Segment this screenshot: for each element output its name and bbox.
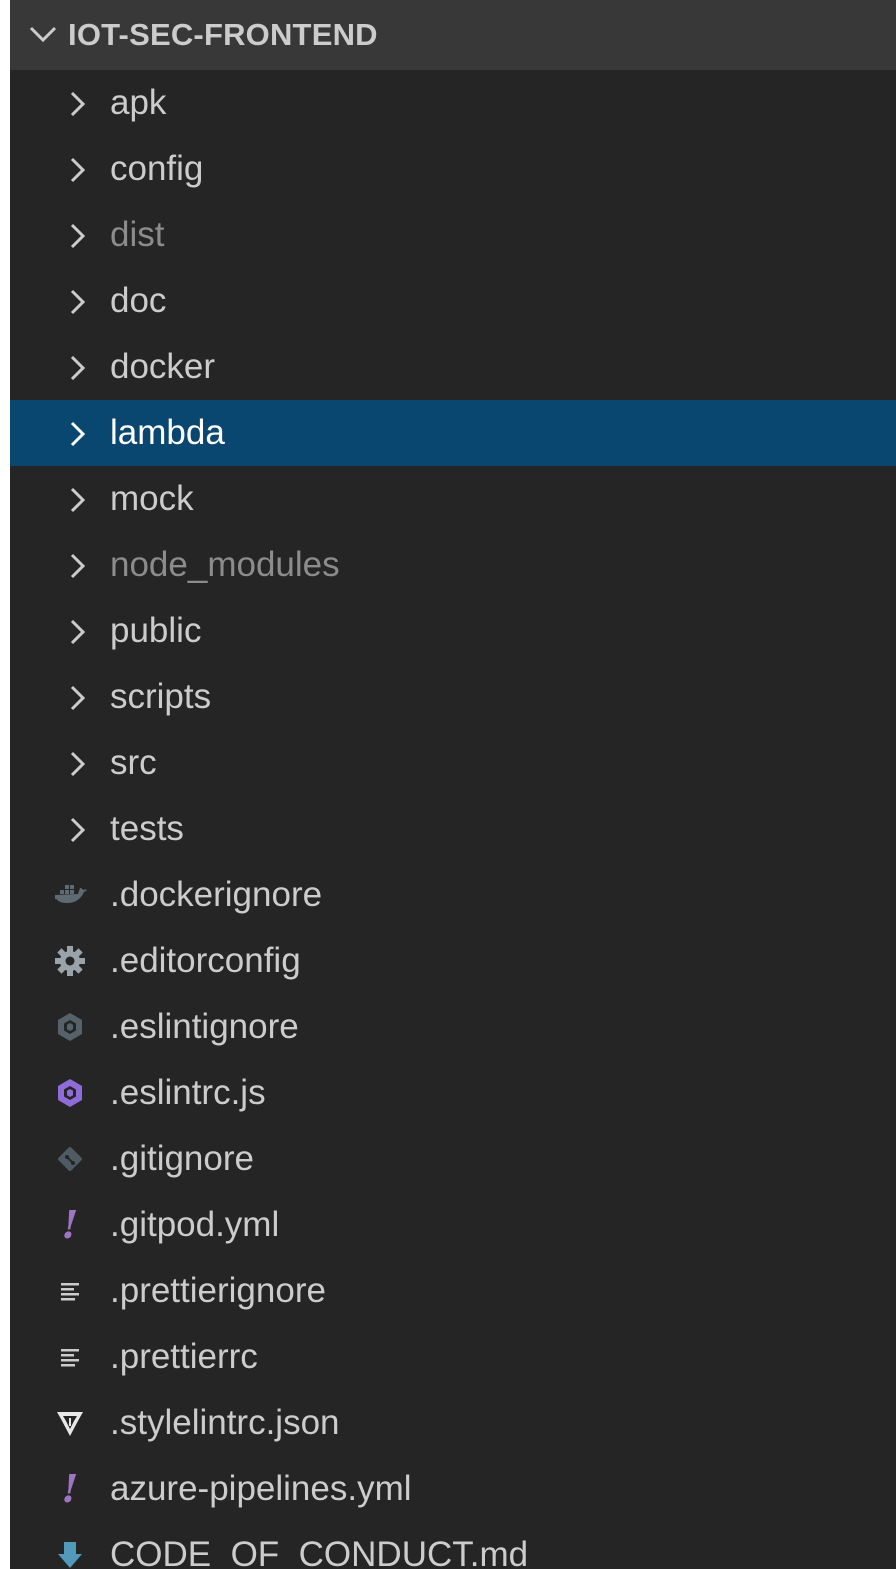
folder-item-tests[interactable]: tests xyxy=(10,796,896,862)
text-lines-icon xyxy=(52,1339,88,1375)
text-lines-icon xyxy=(52,1273,88,1309)
eslint-dim-icon xyxy=(52,1009,88,1045)
file-label: .prettierrc xyxy=(110,1337,258,1376)
folder-item-src[interactable]: src xyxy=(10,730,896,796)
folder-item-config[interactable]: config xyxy=(10,136,896,202)
file-label: .editorconfig xyxy=(110,941,301,980)
folder-item-lambda[interactable]: lambda xyxy=(10,400,896,466)
chevron-down-icon xyxy=(29,26,57,43)
file-item-eslintrc[interactable]: .eslintrc.js xyxy=(10,1060,896,1126)
git-icon xyxy=(52,1141,88,1177)
chevron-right-icon xyxy=(70,619,86,645)
folder-label: src xyxy=(110,743,157,782)
folder-label: lambda xyxy=(110,413,225,452)
chevron-right-icon xyxy=(70,751,86,777)
folder-item-node-modules[interactable]: node_modules xyxy=(10,532,896,598)
folder-label: mock xyxy=(110,479,194,518)
folder-label: tests xyxy=(110,809,184,848)
docker-whale-icon xyxy=(52,877,88,913)
file-item-stylelintrc[interactable]: .stylelintrc.json xyxy=(10,1390,896,1456)
file-label: .stylelintrc.json xyxy=(110,1403,340,1442)
folder-label: dist xyxy=(110,215,165,254)
file-label: .prettierignore xyxy=(110,1271,326,1310)
folder-item-public[interactable]: public xyxy=(10,598,896,664)
file-label: CODE_OF_CONDUCT.md xyxy=(110,1535,529,1569)
file-tree: apk config dist doc docker lambda mock n… xyxy=(10,70,896,1569)
file-label: azure-pipelines.yml xyxy=(110,1469,412,1508)
folder-item-apk[interactable]: apk xyxy=(10,70,896,136)
folder-label: doc xyxy=(110,281,167,320)
folder-label: config xyxy=(110,149,204,188)
file-label: .eslintignore xyxy=(110,1007,299,1046)
folder-label: apk xyxy=(110,83,167,122)
chevron-right-icon xyxy=(70,91,86,117)
window-edge xyxy=(0,0,10,1569)
file-item-code-of-conduct[interactable]: CODE_OF_CONDUCT.md xyxy=(10,1522,896,1569)
file-explorer: IOT-SEC-FRONTEND apk config dist doc doc… xyxy=(10,0,896,1569)
chevron-right-icon xyxy=(70,157,86,183)
file-item-eslintignore[interactable]: .eslintignore xyxy=(10,994,896,1060)
yaml-exclamation-icon: ! xyxy=(61,1466,79,1511)
folder-item-dist[interactable]: dist xyxy=(10,202,896,268)
chevron-right-icon xyxy=(70,421,86,447)
file-item-gitpod[interactable]: ! .gitpod.yml xyxy=(10,1192,896,1258)
folder-label: node_modules xyxy=(110,545,340,584)
chevron-right-icon xyxy=(70,685,86,711)
file-item-editorconfig[interactable]: .editorconfig xyxy=(10,928,896,994)
file-item-dockerignore[interactable]: .dockerignore xyxy=(10,862,896,928)
stylelint-icon xyxy=(52,1405,88,1441)
gear-icon xyxy=(52,943,88,979)
explorer-section-header[interactable]: IOT-SEC-FRONTEND xyxy=(10,0,896,70)
folder-label: public xyxy=(110,611,202,650)
file-label: .eslintrc.js xyxy=(110,1073,266,1112)
chevron-right-icon xyxy=(70,223,86,249)
yaml-exclamation-icon: ! xyxy=(61,1202,79,1247)
explorer-section-title: IOT-SEC-FRONTEND xyxy=(68,17,378,52)
chevron-right-icon xyxy=(70,553,86,579)
chevron-right-icon xyxy=(70,355,86,381)
folder-item-doc[interactable]: doc xyxy=(10,268,896,334)
file-item-azure-pipelines[interactable]: ! azure-pipelines.yml xyxy=(10,1456,896,1522)
folder-label: docker xyxy=(110,347,216,386)
chevron-right-icon xyxy=(70,817,86,843)
chevron-right-icon xyxy=(70,289,86,315)
file-label: .gitpod.yml xyxy=(110,1205,280,1244)
file-label: .dockerignore xyxy=(110,875,323,914)
folder-item-scripts[interactable]: scripts xyxy=(10,664,896,730)
file-label: .gitignore xyxy=(110,1139,254,1178)
markdown-download-icon xyxy=(52,1537,88,1569)
file-item-prettierrc[interactable]: .prettierrc xyxy=(10,1324,896,1390)
file-item-gitignore[interactable]: .gitignore xyxy=(10,1126,896,1192)
folder-item-mock[interactable]: mock xyxy=(10,466,896,532)
folder-item-docker[interactable]: docker xyxy=(10,334,896,400)
file-item-prettierignore[interactable]: .prettierignore xyxy=(10,1258,896,1324)
eslint-icon xyxy=(52,1075,88,1111)
folder-label: scripts xyxy=(110,677,212,716)
chevron-right-icon xyxy=(70,487,86,513)
